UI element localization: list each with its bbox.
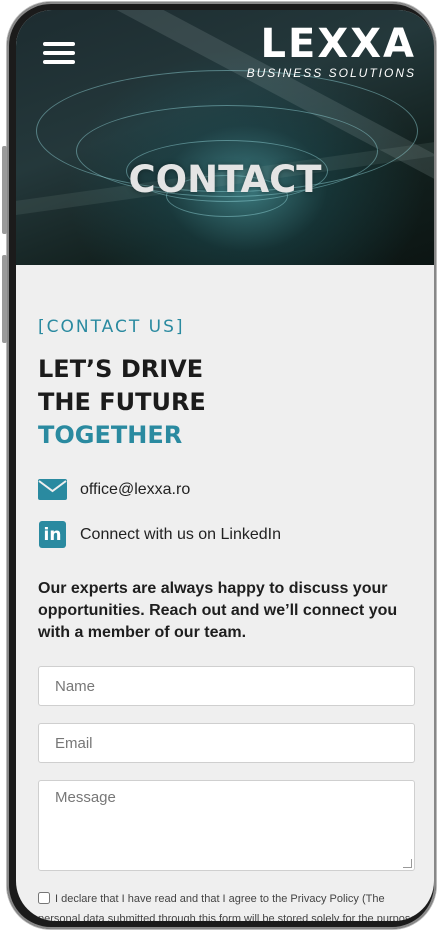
headline-line-2: THE FUTURE: [38, 388, 206, 416]
resize-handle[interactable]: [403, 859, 412, 868]
message-field-wrapper: [38, 780, 415, 871]
headline-line-3: TOGETHER: [38, 421, 183, 449]
envelope-icon: [38, 479, 67, 500]
phone-side-button: [2, 255, 7, 343]
logo-text: LEXXA: [260, 21, 416, 67]
section-headline: LET’S DRIVE THE FUTURE TOGETHER: [38, 353, 206, 452]
email-link[interactable]: office@lexxa.ro: [38, 475, 190, 504]
email-input[interactable]: [39, 724, 414, 762]
hamburger-menu-icon[interactable]: [43, 42, 75, 64]
consent-checkbox[interactable]: [38, 892, 50, 904]
screen: LEXXA BUSINESS SOLUTIONS CONTACT [CONTAC…: [16, 10, 434, 921]
consent-text: I declare that I have read and that I ag…: [38, 893, 417, 921]
hero-banner: LEXXA BUSINESS SOLUTIONS CONTACT: [16, 10, 434, 265]
headline-line-1: LET’S DRIVE: [38, 355, 204, 383]
page-title: CONTACT: [128, 158, 322, 201]
message-input[interactable]: [39, 781, 414, 870]
name-input[interactable]: [39, 667, 414, 705]
linkedin-link[interactable]: in Connect with us on LinkedIn: [38, 520, 281, 549]
linkedin-icon: in: [39, 521, 66, 548]
logo[interactable]: LEXXA BUSINESS SOLUTIONS: [247, 24, 416, 80]
linkedin-text: Connect with us on LinkedIn: [80, 525, 282, 543]
name-field-wrapper: [38, 666, 415, 706]
logo-subtitle: BUSINESS SOLUTIONS: [246, 66, 416, 80]
phone-side-button: [2, 146, 7, 234]
section-eyebrow: [CONTACT US]: [38, 317, 185, 337]
email-text: office@lexxa.ro: [80, 480, 191, 498]
email-field-wrapper: [38, 723, 415, 763]
intro-text: Our experts are always happy to discuss …: [38, 580, 398, 641]
consent-row: I declare that I have read and that I ag…: [38, 889, 418, 921]
